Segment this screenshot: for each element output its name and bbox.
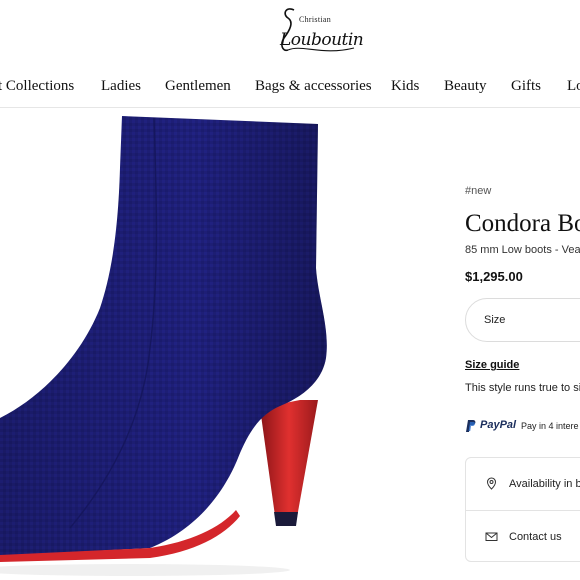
services-box: Availability in b Contact us: [465, 457, 580, 562]
paypal-brand: PayPal: [480, 419, 517, 431]
fit-note: This style runs true to si: [465, 382, 580, 394]
size-guide-link[interactable]: Size guide: [465, 359, 519, 371]
availability-in-boutique[interactable]: Availability in b: [466, 458, 580, 510]
brand-script-word: Louboutin: [280, 30, 364, 50]
nav-item-bags-accessories[interactable]: Bags & accessories: [255, 78, 372, 95]
nav-item-kids[interactable]: Kids: [391, 78, 419, 95]
paypal-text: Pay in 4 intere: [521, 421, 579, 431]
nav-item-ladies[interactable]: Ladies: [101, 78, 141, 95]
product-tag: #new: [465, 185, 492, 197]
nav-item-gifts[interactable]: Gifts: [511, 78, 541, 95]
mail-icon: [485, 532, 498, 541]
nav-item-beauty[interactable]: Beauty: [444, 78, 487, 95]
product-price: $1,295.00: [465, 269, 523, 284]
product-title: Condora Bo: [465, 210, 580, 237]
paypal-icon: [466, 420, 476, 432]
nav-item-lo[interactable]: Lo: [567, 78, 580, 95]
product-image[interactable]: [0, 108, 420, 580]
suede-ankle-boot-image: [0, 116, 327, 576]
availability-label: Availability in b: [509, 478, 580, 490]
location-pin-icon: [486, 477, 497, 490]
nav-item-gentlemen[interactable]: Gentlemen: [165, 78, 231, 95]
main-navigation: t Collections Ladies Gentlemen Bags & ac…: [0, 78, 580, 102]
brand-top-word: Christian: [299, 15, 332, 24]
brand-logo[interactable]: Christian Louboutin: [272, 4, 364, 66]
contact-us-label: Contact us: [509, 531, 562, 543]
size-selector[interactable]: Size: [465, 298, 580, 342]
size-selector-label: Size: [484, 314, 506, 326]
product-subtitle: 85 mm Low boots - Veau: [465, 244, 580, 256]
nav-item-collections[interactable]: t Collections: [0, 78, 74, 95]
contact-us[interactable]: Contact us: [466, 511, 580, 563]
